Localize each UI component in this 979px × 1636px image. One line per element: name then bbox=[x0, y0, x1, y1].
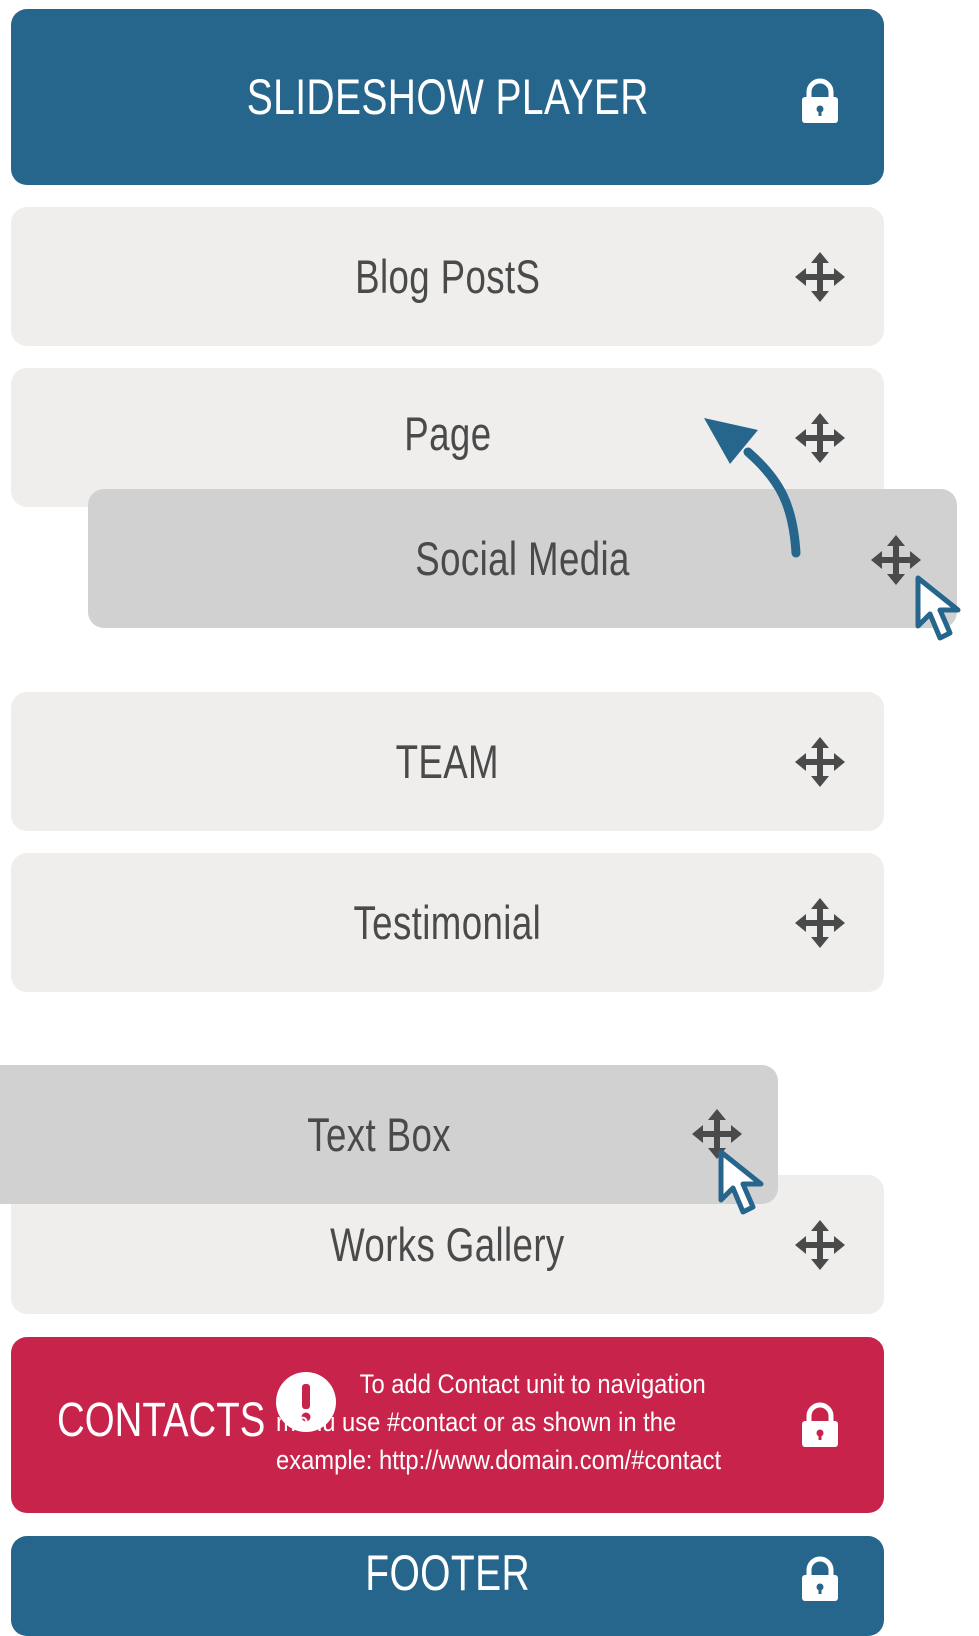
footer-section: FOOTER bbox=[11, 1536, 884, 1636]
section-item-label: Works Gallery bbox=[330, 1218, 565, 1271]
section-item-blog-posts[interactable]: Blog PostS bbox=[11, 207, 884, 346]
move-icon[interactable] bbox=[795, 737, 845, 787]
move-icon[interactable] bbox=[795, 898, 845, 948]
lock-icon bbox=[800, 78, 840, 124]
slideshow-player-section: SLIDESHOW PLAYER bbox=[11, 9, 884, 185]
contacts-section: CONTACTS To add Contact unit to navigati… bbox=[11, 1337, 884, 1513]
section-title: FOOTER bbox=[365, 1545, 530, 1601]
section-item-social-media-dragging[interactable]: Social Media bbox=[88, 489, 957, 628]
section-item-label: Blog PostS bbox=[354, 250, 541, 303]
section-item-label: Page bbox=[403, 407, 492, 460]
section-item-label: Testimonial bbox=[353, 896, 542, 949]
section-item-label: Social Media bbox=[415, 532, 630, 585]
section-title: SLIDESHOW PLAYER bbox=[246, 69, 649, 125]
section-item-label: Text Box bbox=[307, 1108, 451, 1161]
drag-direction-arrow-icon bbox=[704, 418, 801, 558]
move-icon[interactable] bbox=[795, 1220, 845, 1270]
section-item-text-box-dragging[interactable]: Text Box bbox=[0, 1065, 778, 1204]
section-item-team[interactable]: TEAM bbox=[11, 692, 884, 831]
lock-icon bbox=[800, 1402, 840, 1448]
move-icon[interactable] bbox=[795, 252, 845, 302]
mouse-pointer-icon bbox=[914, 574, 964, 644]
section-title: CONTACTS bbox=[57, 1394, 266, 1447]
section-item-testimonial[interactable]: Testimonial bbox=[11, 853, 884, 992]
section-item-label: TEAM bbox=[395, 735, 500, 788]
lock-icon bbox=[800, 1556, 840, 1602]
contacts-help-message: To add Contact unit to navigation menu u… bbox=[276, 1369, 722, 1475]
mouse-pointer-icon bbox=[717, 1148, 767, 1218]
